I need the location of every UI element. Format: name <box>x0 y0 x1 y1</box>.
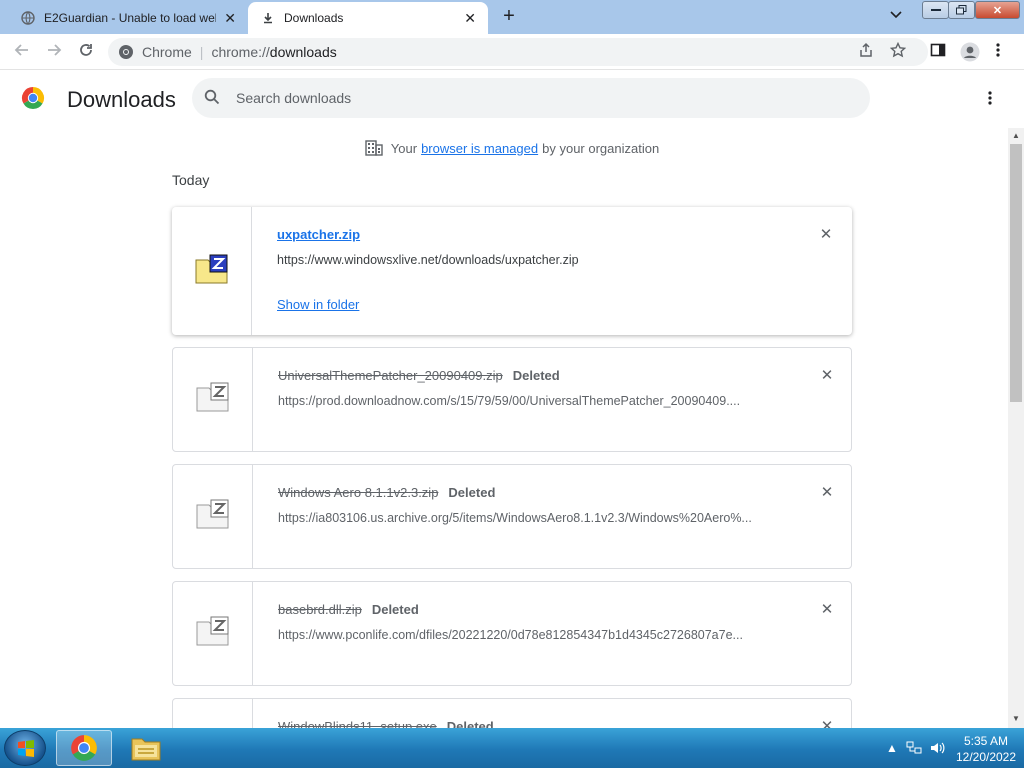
more-actions-kebab-icon[interactable] <box>982 90 998 108</box>
clock-time: 5:35 AM <box>963 734 1009 748</box>
managed-notice: Your browser is managed by your organiza… <box>0 140 1008 156</box>
file-name-text: WindowBlinds11_setup.exe <box>278 719 437 728</box>
browser-toolbar: Chrome | chrome://downloads <box>0 34 1024 70</box>
windows-logo-icon <box>18 740 34 757</box>
taskbar-explorer-button[interactable] <box>118 730 174 766</box>
page-scrollbar[interactable]: ▲ ▼ <box>1008 128 1024 728</box>
globe-icon <box>20 10 36 26</box>
file-name-text: UniversalThemePatcher_20090409.zip <box>278 368 503 383</box>
download-item: WindowBlinds11_setup.exe Deleted ✕ <box>172 698 852 728</box>
search-box[interactable] <box>192 78 870 118</box>
download-icon <box>260 10 276 26</box>
file-icon-column <box>173 699 253 728</box>
download-item: uxpatcher.zip https://www.windowsxlive.n… <box>172 207 852 335</box>
file-name: Windows Aero 8.1.1v2.3.zip Deleted <box>278 485 495 500</box>
zip-file-icon <box>196 499 230 534</box>
network-icon[interactable] <box>906 741 922 758</box>
volume-speaker-icon[interactable] <box>930 741 946 758</box>
file-icon-column <box>173 465 253 568</box>
zip-file-icon <box>196 616 230 651</box>
download-item: UniversalThemePatcher_20090409.zip Delete… <box>172 347 852 452</box>
tab-title: Downloads <box>284 11 344 25</box>
taskbar-chrome-button[interactable] <box>56 730 112 766</box>
window-minimize-button[interactable] <box>922 1 949 19</box>
search-icon[interactable] <box>204 89 220 110</box>
managed-suffix: by your organization <box>542 140 660 156</box>
back-arrow-icon[interactable] <box>12 42 32 63</box>
bookmark-star-icon[interactable] <box>889 41 907 61</box>
window-restore-button[interactable] <box>948 1 975 19</box>
tab-strip: E2Guardian - Unable to load web ✕ Downlo… <box>0 0 1024 34</box>
downloads-header: Downloads <box>0 70 1024 128</box>
chrome-page-icon <box>119 45 133 59</box>
show-hidden-icons-arrow-icon[interactable]: ▲ <box>886 741 898 755</box>
remove-item-close-icon[interactable]: ✕ <box>819 717 835 728</box>
file-name-text: basebrd.dll.zip <box>278 602 362 617</box>
side-panel-icon[interactable] <box>930 42 946 61</box>
url-scheme: chrome:// <box>211 44 270 60</box>
file-icon-column <box>172 207 252 335</box>
tab-title: E2Guardian - Unable to load web <box>44 11 216 25</box>
remove-item-close-icon[interactable]: ✕ <box>819 483 835 501</box>
deleted-status: Deleted <box>371 602 419 617</box>
deleted-status: Deleted <box>446 719 494 728</box>
file-source-url[interactable]: https://prod.downloadnow.com/s/15/79/59/… <box>278 394 740 408</box>
scrollbar-thumb[interactable] <box>1010 144 1022 402</box>
file-name: WindowBlinds11_setup.exe Deleted <box>278 719 494 728</box>
file-name: basebrd.dll.zip Deleted <box>278 602 419 617</box>
search-input[interactable] <box>236 88 836 108</box>
share-icon[interactable] <box>858 42 874 61</box>
remove-item-close-icon[interactable]: ✕ <box>819 600 835 618</box>
scroll-up-arrow-icon[interactable]: ▲ <box>1012 131 1020 140</box>
zip-file-icon <box>196 382 230 417</box>
managed-prefix: Your <box>390 140 418 156</box>
tab-downloads[interactable]: Downloads ✕ <box>248 2 488 34</box>
downloads-list-area: Your browser is managed by your organiza… <box>0 128 1008 728</box>
site-chip-label: Chrome <box>142 44 192 60</box>
start-button[interactable] <box>4 730 46 766</box>
browser-managed-link[interactable]: browser is managed <box>421 141 538 156</box>
file-name: UniversalThemePatcher_20090409.zip Delete… <box>278 368 560 383</box>
building-icon <box>365 140 383 156</box>
file-name-link[interactable]: uxpatcher.zip <box>277 227 360 242</box>
tab-e2guardian[interactable]: E2Guardian - Unable to load web ✕ <box>8 2 248 34</box>
chrome-taskbar-icon <box>71 735 97 761</box>
show-in-folder-link[interactable]: Show in folder <box>277 297 359 312</box>
file-source-url[interactable]: https://www.pconlife.com/dfiles/20221220… <box>278 628 743 642</box>
chrome-logo-icon <box>21 86 45 110</box>
tab-close-icon[interactable]: ✕ <box>464 10 476 27</box>
site-info-chip[interactable]: Chrome <box>118 44 192 60</box>
folder-icon <box>131 738 161 761</box>
remove-item-close-icon[interactable]: ✕ <box>818 225 834 243</box>
deleted-status: Deleted <box>512 368 560 383</box>
tab-search-chevron-icon[interactable] <box>890 8 902 22</box>
file-icon-column <box>173 582 253 685</box>
system-clock[interactable]: 5:35 AM 12/20/2022 <box>952 733 1020 765</box>
window-close-button[interactable]: ✕ <box>975 1 1020 19</box>
zip-file-icon <box>195 254 229 289</box>
date-header: Today <box>172 172 210 188</box>
file-icon-column <box>173 348 253 451</box>
file-source-url[interactable]: https://ia803106.us.archive.org/5/items/… <box>278 511 752 525</box>
address-bar[interactable]: Chrome | chrome://downloads <box>108 38 928 66</box>
file-source-url[interactable]: https://www.windowsxlive.net/downloads/u… <box>277 253 579 267</box>
reload-icon[interactable] <box>76 42 96 63</box>
remove-item-close-icon[interactable]: ✕ <box>819 366 835 384</box>
file-name-text: Windows Aero 8.1.1v2.3.zip <box>278 485 439 500</box>
clock-date: 12/20/2022 <box>955 750 1017 764</box>
windows-taskbar: ▲ 5:35 AM 12/20/2022 <box>0 728 1024 768</box>
download-item: basebrd.dll.zip Deleted https://www.pconl… <box>172 581 852 686</box>
scroll-down-arrow-icon[interactable]: ▼ <box>1012 714 1020 723</box>
new-tab-button[interactable]: + <box>498 6 520 28</box>
omnibox-separator: | <box>199 44 204 60</box>
forward-arrow-icon[interactable] <box>44 42 64 63</box>
browser-menu-kebab-icon[interactable] <box>996 42 1000 61</box>
profile-avatar-icon[interactable] <box>960 42 980 65</box>
url-host: downloads <box>269 44 337 60</box>
download-item: Windows Aero 8.1.1v2.3.zip Deleted https:… <box>172 464 852 569</box>
deleted-status: Deleted <box>448 485 496 500</box>
tab-close-icon[interactable]: ✕ <box>224 10 236 27</box>
page-title: Downloads <box>67 87 176 112</box>
